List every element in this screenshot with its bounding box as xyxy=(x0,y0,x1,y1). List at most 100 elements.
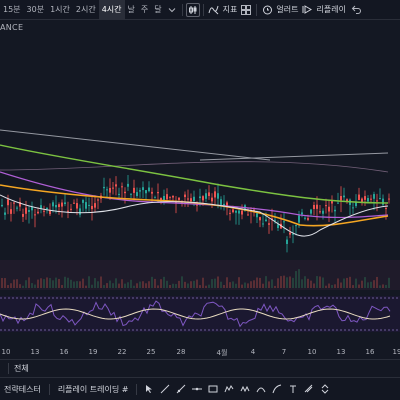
candle-body xyxy=(379,198,381,200)
volume-bar xyxy=(172,283,174,288)
time-axis-tick: 19 xyxy=(88,348,98,356)
volume-bar xyxy=(313,283,315,288)
candle-body xyxy=(55,204,57,208)
candle-body xyxy=(199,196,201,199)
candle-body xyxy=(343,195,345,198)
candle-body xyxy=(112,187,114,189)
cursor-tool-icon[interactable] xyxy=(141,381,157,397)
undo-icon[interactable] xyxy=(350,3,364,17)
candle-body xyxy=(268,223,270,225)
alert-button[interactable]: 얼러트 xyxy=(274,4,300,15)
time-axis-tick: 13 xyxy=(336,348,346,356)
pattern-tool-icon[interactable] xyxy=(237,381,253,397)
arc-tool-icon[interactable] xyxy=(253,381,269,397)
time-axis-tick: 13 xyxy=(30,348,40,356)
timeframe-15m[interactable]: 15분 xyxy=(0,0,24,20)
volume-bar xyxy=(274,285,276,288)
layout-grid-icon[interactable] xyxy=(239,3,253,17)
candle-body xyxy=(46,207,48,210)
volume-bar xyxy=(235,283,237,288)
volume-bar xyxy=(307,278,309,288)
candle-body xyxy=(235,210,237,213)
volume-bar xyxy=(163,276,165,288)
volume-bar xyxy=(217,276,219,288)
volume-bar xyxy=(343,278,345,288)
candle-body xyxy=(13,202,15,204)
ray-tool-icon[interactable] xyxy=(173,381,189,397)
candle-body xyxy=(193,196,195,201)
candle-body xyxy=(304,217,306,219)
volume-bar xyxy=(250,281,252,288)
volume-bar xyxy=(178,280,180,288)
timeframe-4h[interactable]: 4시간 xyxy=(98,0,125,20)
candle-body xyxy=(85,202,87,209)
candle-body xyxy=(238,210,240,214)
timeframe-day[interactable]: 날 xyxy=(125,0,138,20)
volume-bar xyxy=(202,277,204,288)
range-all-button[interactable]: 전체 xyxy=(14,363,29,374)
candle-body xyxy=(145,190,147,194)
candle-body xyxy=(91,205,93,210)
volume-bar xyxy=(331,284,333,288)
text-tool-icon[interactable] xyxy=(285,381,301,397)
time-axis-tick: 7 xyxy=(281,348,287,356)
trend-line-tool-icon[interactable] xyxy=(157,381,173,397)
volume-bar xyxy=(19,284,21,288)
alert-clock-icon[interactable] xyxy=(260,3,274,17)
candle-body xyxy=(370,198,372,200)
volume-bar xyxy=(46,277,48,288)
brush-tool-icon[interactable] xyxy=(269,381,285,397)
replay-trading-tab[interactable]: 리플레이 트레이딩 # xyxy=(54,384,133,395)
more-tools-icon[interactable] xyxy=(317,381,333,397)
volume-bar xyxy=(13,279,15,288)
strategy-tester-tab[interactable]: 전략테스터 xyxy=(0,384,45,395)
bottom-divider xyxy=(136,383,138,395)
candle-body xyxy=(88,204,90,206)
candle-body xyxy=(43,210,45,212)
candle-body xyxy=(166,194,168,200)
chevron-down-icon[interactable] xyxy=(165,3,179,17)
candle-body xyxy=(133,187,135,193)
timeframe-2h[interactable]: 2시간 xyxy=(73,0,99,20)
timeframe-week[interactable]: 주 xyxy=(138,0,151,20)
volume-bar xyxy=(94,278,96,288)
volume-bar xyxy=(124,283,126,288)
timeframe-30m[interactable]: 30분 xyxy=(24,0,48,20)
candle-body xyxy=(256,213,258,218)
timeframe-1h[interactable]: 1시간 xyxy=(47,0,73,20)
candle-body xyxy=(115,184,117,187)
replay-button[interactable]: 리플레이 xyxy=(314,4,347,15)
volume-bar xyxy=(247,283,249,288)
volume-bar xyxy=(334,284,336,288)
candle-style-icon[interactable] xyxy=(185,2,200,17)
toolbar-divider xyxy=(181,3,183,16)
timeframe-month[interactable]: 달 xyxy=(151,0,164,20)
volume-bar xyxy=(286,277,288,288)
candle-body xyxy=(382,198,384,205)
candle-body xyxy=(7,199,9,206)
price-chart[interactable] xyxy=(0,20,400,345)
volume-bar xyxy=(271,279,273,288)
time-axis-tick: 10 xyxy=(1,348,11,356)
volume-bar xyxy=(88,276,90,288)
candle-body xyxy=(103,186,105,189)
candle-body xyxy=(52,202,54,207)
volume-bar xyxy=(376,276,378,288)
replay-icon[interactable] xyxy=(300,3,314,17)
candle-body xyxy=(205,193,207,199)
volume-bar xyxy=(208,284,210,288)
indicator-icon[interactable] xyxy=(207,3,221,17)
rectangle-tool-icon[interactable] xyxy=(205,381,221,397)
volume-bar xyxy=(301,279,303,288)
volume-bar xyxy=(238,277,240,288)
candle-body xyxy=(94,203,96,208)
indicators-button[interactable]: 지표 xyxy=(221,4,240,15)
volume-bar xyxy=(304,276,306,288)
candle-body xyxy=(130,193,132,195)
measure-tool-icon[interactable] xyxy=(301,381,317,397)
candle-body xyxy=(286,239,288,244)
path-tool-icon[interactable] xyxy=(221,381,237,397)
horizontal-line-tool-icon[interactable] xyxy=(189,381,205,397)
volume-bar xyxy=(310,280,312,288)
candle-body xyxy=(307,218,309,220)
